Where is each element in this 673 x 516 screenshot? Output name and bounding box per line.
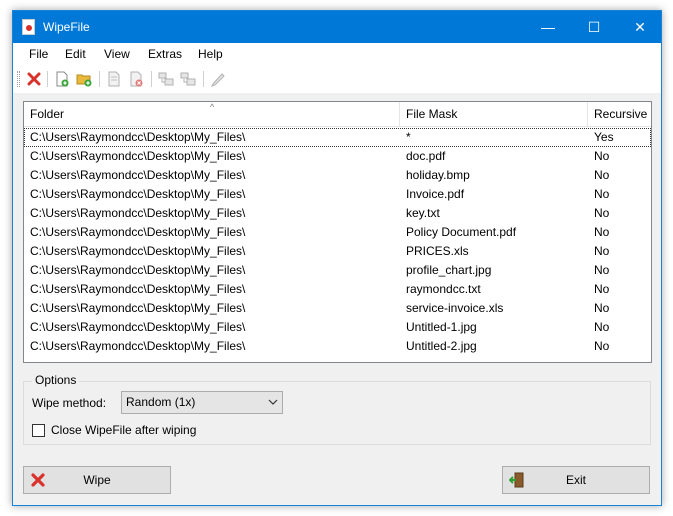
recursive-cell: No xyxy=(594,149,610,163)
list-header: ^ Folder File Mask Recursive xyxy=(24,102,651,127)
table-row[interactable]: C:\Users\Raymondcc\Desktop\My_Files\ raym… xyxy=(24,280,651,299)
file-mask-cell: Untitled-2.jpg xyxy=(406,339,477,353)
close-button[interactable]: ✕ xyxy=(617,11,663,43)
folder-cell: C:\Users\Raymondcc\Desktop\My_Files\ xyxy=(30,282,246,296)
toolbar-separator xyxy=(47,71,48,87)
column-header-folder[interactable]: ^ Folder xyxy=(24,102,400,127)
menu-help[interactable]: Help xyxy=(198,47,223,61)
copy-icon[interactable] xyxy=(105,70,123,88)
toolbar-separator xyxy=(99,71,100,87)
new-folder-icon[interactable] xyxy=(75,70,93,88)
wipefile-app-icon xyxy=(22,19,35,35)
menu-bar: File Edit View Extras Help xyxy=(13,43,661,65)
file-mask-cell: Untitled-1.jpg xyxy=(406,320,477,334)
maximize-button[interactable]: ☐ xyxy=(571,11,617,43)
table-row[interactable]: C:\Users\Raymondcc\Desktop\My_Files\ Unti… xyxy=(24,318,651,337)
options-group-label: Options xyxy=(32,373,80,387)
recursive-cell: No xyxy=(594,282,610,296)
table-row[interactable]: C:\Users\Raymondcc\Desktop\My_Files\ prof… xyxy=(24,261,651,280)
app-window: WipeFile — ☐ ✕ File Edit View Extras Hel… xyxy=(12,10,662,506)
toolbar-separator xyxy=(203,71,204,87)
file-mask-cell: service-invoice.xls xyxy=(406,301,504,315)
remove-icon[interactable] xyxy=(127,70,145,88)
file-mask-cell: profile_chart.jpg xyxy=(406,263,492,277)
recursive-cell: No xyxy=(594,320,610,334)
close-after-checkbox[interactable] xyxy=(32,424,45,437)
file-mask-cell: * xyxy=(406,130,411,144)
title-bar[interactable]: WipeFile — ☐ ✕ xyxy=(13,11,661,43)
exit-button-label: Exit xyxy=(565,473,586,487)
menu-edit[interactable]: Edit xyxy=(65,47,86,61)
wipe-method-select[interactable]: Random (1x) xyxy=(121,391,283,414)
delete-icon[interactable] xyxy=(25,70,43,88)
menu-file[interactable]: File xyxy=(29,47,48,61)
folder-cell: C:\Users\Raymondcc\Desktop\My_Files\ xyxy=(30,225,246,239)
file-mask-cell: Policy Document.pdf xyxy=(406,225,517,239)
folder-cell: C:\Users\Raymondcc\Desktop\My_Files\ xyxy=(30,206,246,220)
move-up-icon[interactable] xyxy=(157,70,175,88)
file-mask-cell: doc.pdf xyxy=(406,149,446,163)
toolbar-grip[interactable] xyxy=(17,71,20,87)
table-row[interactable]: C:\Users\Raymondcc\Desktop\My_Files\ PRIC… xyxy=(24,242,651,261)
column-header-label: Folder xyxy=(30,107,65,121)
folder-cell: C:\Users\Raymondcc\Desktop\My_Files\ xyxy=(30,301,246,315)
table-row[interactable]: C:\Users\Raymondcc\Desktop\My_Files\ key.… xyxy=(24,204,651,223)
file-mask-cell: Invoice.pdf xyxy=(406,187,465,201)
table-row[interactable]: C:\Users\Raymondcc\Desktop\My_Files\ doc.… xyxy=(24,147,651,166)
folder-cell: C:\Users\Raymondcc\Desktop\My_Files\ xyxy=(30,339,246,353)
file-mask-cell: key.txt xyxy=(406,206,440,220)
chevron-down-icon xyxy=(268,392,278,421)
toolbar-separator xyxy=(151,71,152,87)
column-header-recursive[interactable]: Recursive xyxy=(588,102,651,127)
folder-cell: C:\Users\Raymondcc\Desktop\My_Files\ xyxy=(30,149,246,163)
table-row[interactable]: C:\Users\Raymondcc\Desktop\My_Files\ serv… xyxy=(24,299,651,318)
recursive-cell: No xyxy=(594,206,610,220)
wipe-method-value: Random (1x) xyxy=(126,395,196,409)
wipe-method-label: Wipe method: xyxy=(32,396,107,410)
folder-cell: C:\Users\Raymondcc\Desktop\My_Files\ xyxy=(30,244,246,258)
table-row[interactable]: C:\Users\Raymondcc\Desktop\My_Files\ * Yes xyxy=(24,128,651,147)
options-group: Options Wipe method: Random (1x) Close W… xyxy=(23,373,651,445)
file-mask-cell: holiday.bmp xyxy=(406,168,470,182)
edit-icon[interactable] xyxy=(209,70,227,88)
menu-view[interactable]: View xyxy=(104,47,130,61)
move-down-icon[interactable] xyxy=(179,70,197,88)
table-row[interactable]: C:\Users\Raymondcc\Desktop\My_Files\ holi… xyxy=(24,166,651,185)
column-header-label: Recursive xyxy=(594,107,648,121)
delete-icon xyxy=(30,472,46,488)
folder-cell: C:\Users\Raymondcc\Desktop\My_Files\ xyxy=(30,168,246,182)
recursive-cell: No xyxy=(594,263,610,277)
menu-extras[interactable]: Extras xyxy=(148,47,182,61)
exit-door-icon xyxy=(508,472,525,488)
column-header-file-mask[interactable]: File Mask xyxy=(400,102,588,127)
table-row[interactable]: C:\Users\Raymondcc\Desktop\My_Files\ Invo… xyxy=(24,185,651,204)
folder-cell: C:\Users\Raymondcc\Desktop\My_Files\ xyxy=(30,187,246,201)
exit-button[interactable]: Exit xyxy=(502,466,650,494)
wipe-button[interactable]: Wipe xyxy=(23,466,171,494)
file-mask-cell: raymondcc.txt xyxy=(406,282,481,296)
recursive-cell: Yes xyxy=(594,130,614,144)
folder-cell: C:\Users\Raymondcc\Desktop\My_Files\ xyxy=(30,263,246,277)
recursive-cell: No xyxy=(594,187,610,201)
toolbar xyxy=(13,65,661,93)
folder-cell: C:\Users\Raymondcc\Desktop\My_Files\ xyxy=(30,130,246,144)
column-header-label: File Mask xyxy=(406,107,458,121)
recursive-cell: No xyxy=(594,301,610,315)
minimize-button[interactable]: — xyxy=(525,11,571,43)
recursive-cell: No xyxy=(594,225,610,239)
table-row[interactable]: C:\Users\Raymondcc\Desktop\My_Files\ Poli… xyxy=(24,223,651,242)
new-file-icon[interactable] xyxy=(53,70,71,88)
folder-cell: C:\Users\Raymondcc\Desktop\My_Files\ xyxy=(30,320,246,334)
recursive-cell: No xyxy=(594,339,610,353)
table-row[interactable]: C:\Users\Raymondcc\Desktop\My_Files\ Unti… xyxy=(24,337,651,356)
window-title: WipeFile xyxy=(43,20,90,34)
recursive-cell: No xyxy=(594,244,610,258)
sort-ascending-icon: ^ xyxy=(210,102,215,112)
recursive-cell: No xyxy=(594,168,610,182)
close-after-label: Close WipeFile after wiping xyxy=(51,423,197,437)
wipe-button-label: Wipe xyxy=(83,473,111,487)
file-mask-cell: PRICES.xls xyxy=(406,244,469,258)
folder-list[interactable]: ^ Folder File Mask Recursive C:\Users\Ra… xyxy=(23,101,652,363)
